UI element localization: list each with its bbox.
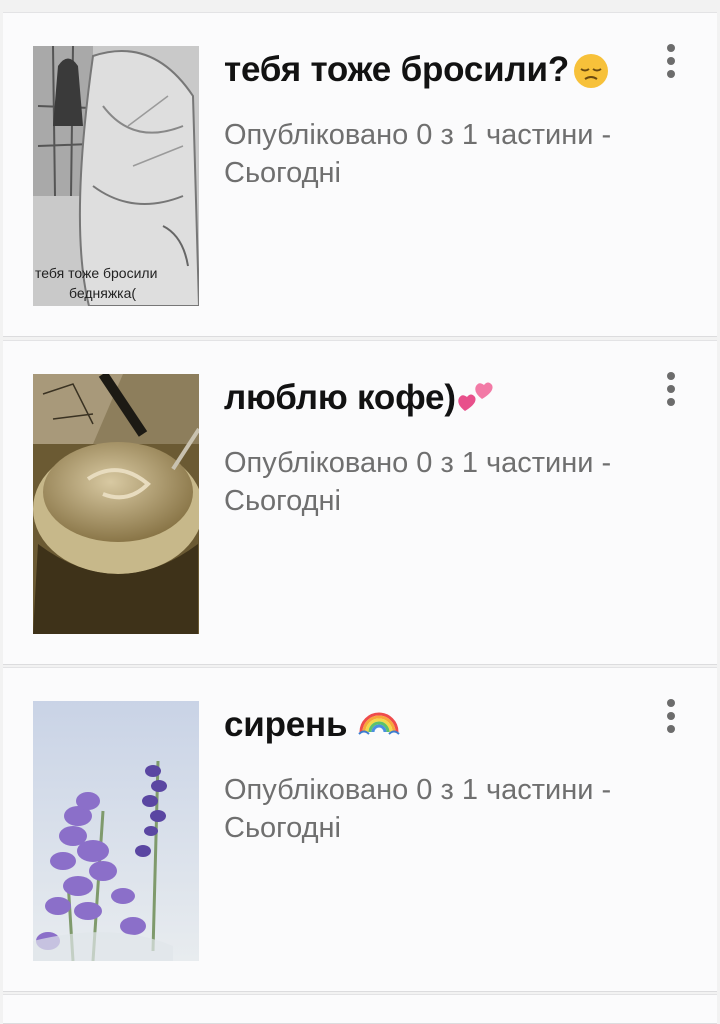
story-date: Сьогодні (224, 812, 341, 844)
pensive-face-icon (569, 49, 613, 89)
cover-caption-line1: тебя тоже бросили (35, 265, 157, 281)
story-status: Опубліковано 0 з 1 частини - (224, 774, 612, 806)
more-options-button[interactable] (656, 696, 686, 740)
more-options-button[interactable] (656, 369, 686, 413)
story-meta: Опубліковано 0 з 1 частини - Сьогодні (224, 771, 684, 847)
rainbow-icon (357, 704, 401, 744)
story-title[interactable]: люблю кофе) (224, 377, 500, 418)
story-card[interactable]: тебя тоже бросили бедняжка( тебя тоже бр… (3, 12, 717, 337)
story-title[interactable]: тебя тоже бросили? (224, 49, 613, 90)
story-title-text: люблю кофе) (224, 378, 456, 417)
story-card[interactable]: сирень Опубліковано 0 з 1 частини - Сьог… (3, 667, 717, 992)
cover-caption-line2: бедняжка( (69, 285, 136, 301)
story-status: Опубліковано 0 з 1 частини - (224, 447, 612, 479)
story-date: Сьогодні (224, 485, 341, 517)
story-date: Сьогодні (224, 157, 341, 189)
story-meta: Опубліковано 0 з 1 частини - Сьогодні (224, 116, 684, 192)
story-card-partial (3, 994, 717, 1024)
story-cover-image[interactable] (33, 374, 199, 634)
story-title[interactable]: сирень (224, 704, 401, 745)
story-list: тебя тоже бросили бедняжка( тебя тоже бр… (0, 0, 720, 1024)
story-meta: Опубліковано 0 з 1 частини - Сьогодні (224, 444, 684, 520)
story-status: Опубліковано 0 з 1 частини - (224, 119, 612, 151)
story-cover-image[interactable]: тебя тоже бросили бедняжка( (33, 46, 199, 306)
story-title-text: сирень (224, 705, 357, 744)
more-options-button[interactable] (656, 41, 686, 85)
story-title-text: тебя тоже бросили? (224, 50, 570, 89)
two-hearts-icon (456, 377, 500, 417)
story-card[interactable]: люблю кофе) Опубліковано 0 з 1 частини -… (3, 340, 717, 665)
story-cover-image[interactable] (33, 701, 199, 961)
